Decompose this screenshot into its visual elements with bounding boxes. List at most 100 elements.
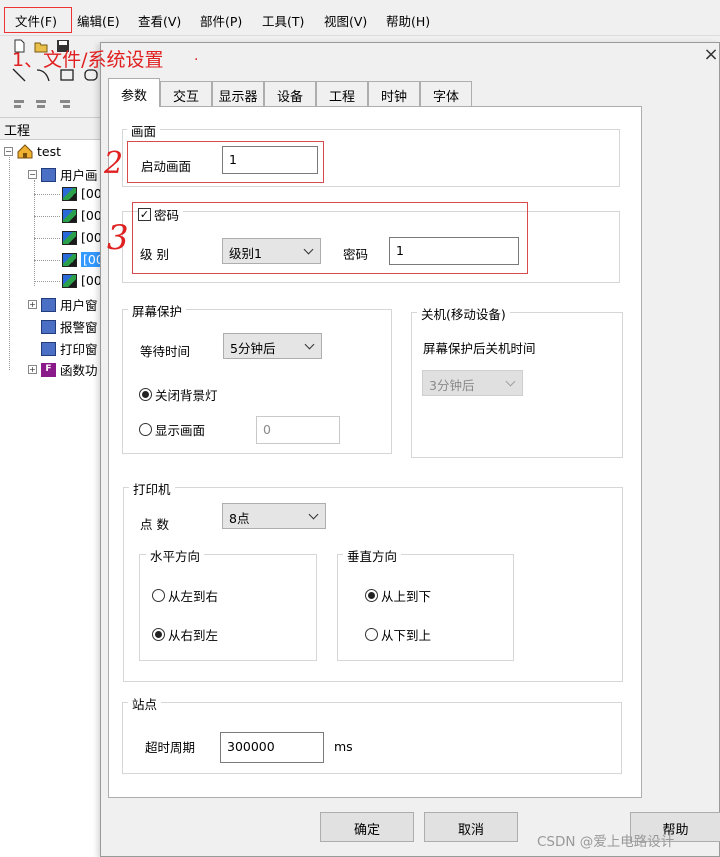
tab-parameters[interactable]: 参数 xyxy=(108,78,160,107)
radio-unselected-icon xyxy=(152,589,165,602)
screen-group-label: 画面 xyxy=(127,121,161,140)
align-center-icon[interactable] xyxy=(34,97,48,111)
level-label: 级 别 xyxy=(140,247,169,262)
screensaver-group-label: 屏幕保护 xyxy=(128,301,187,320)
radio-show-screen[interactable]: 显示画面 xyxy=(139,420,205,439)
project-tree[interactable]: − test − 用户画 [00 [00 [00 [00 [00 + 用户窗 报… xyxy=(0,140,108,857)
chevron-down-icon xyxy=(308,509,319,520)
tree-node-root[interactable]: − test xyxy=(4,144,61,159)
tree-node-label: 用户画 xyxy=(60,168,98,183)
shutdown-time-dropdown[interactable]: 3分钟后 xyxy=(422,370,523,396)
horizontal-direction-group xyxy=(139,554,317,661)
printer-group-label: 打印机 xyxy=(129,479,175,498)
tree-node-screen[interactable]: [00 xyxy=(62,186,102,201)
tree-node-functions[interactable]: + F 函数功 xyxy=(28,360,98,379)
menu-file[interactable]: 文件(F) xyxy=(4,7,72,33)
radio-selected-icon xyxy=(152,628,165,641)
radio-left-to-right[interactable]: 从左到右 xyxy=(152,586,218,605)
close-icon[interactable]: × xyxy=(703,46,719,64)
radio-top-to-bottom[interactable]: 从上到下 xyxy=(365,586,431,605)
tab-project[interactable]: 工程 xyxy=(316,81,368,107)
radio-unselected-icon xyxy=(139,423,152,436)
radio-right-to-left[interactable]: 从右到左 xyxy=(152,625,218,644)
wait-time-value: 5分钟后 xyxy=(230,341,276,356)
align-left-icon[interactable] xyxy=(12,97,26,111)
vertical-direction-group xyxy=(337,554,514,661)
checkmark-icon: ✓ xyxy=(138,208,151,221)
expand-icon[interactable]: + xyxy=(28,365,37,374)
tab-display[interactable]: 显示器 xyxy=(212,81,264,107)
tree-node-user-screens[interactable]: − 用户画 xyxy=(28,165,98,184)
menu-parts[interactable]: 部件(P) xyxy=(200,11,242,30)
dots-dropdown-value: 8点 xyxy=(229,511,250,526)
tree-node-label: 函数功 xyxy=(60,363,98,378)
screensaver-screen-input[interactable]: 0 xyxy=(256,416,340,444)
annotation-step2: 2 xyxy=(104,146,124,181)
screen-icon xyxy=(62,273,77,288)
tree-node-user-windows[interactable]: + 用户窗 xyxy=(28,295,98,314)
print-window-icon xyxy=(41,341,56,356)
collapse-icon[interactable]: − xyxy=(4,147,13,156)
station-group xyxy=(122,702,622,774)
annotation-dot: · xyxy=(194,52,199,68)
radio-backlight-off[interactable]: 关闭背景灯 xyxy=(139,385,218,404)
home-icon xyxy=(17,144,33,159)
collapse-icon[interactable]: − xyxy=(28,170,37,179)
wait-time-dropdown[interactable]: 5分钟后 xyxy=(223,333,322,359)
radio-top-to-bottom-label: 从上到下 xyxy=(381,589,432,604)
timeout-label: 超时周期 xyxy=(145,740,196,755)
expand-icon[interactable]: + xyxy=(28,300,37,309)
tree-node-label: [00 xyxy=(81,208,102,223)
radio-selected-icon xyxy=(365,589,378,602)
tab-clock[interactable]: 时钟 xyxy=(368,81,420,107)
menu-help[interactable]: 帮助(H) xyxy=(386,11,430,30)
shutdown-group-label: 关机(移动设备) xyxy=(417,304,510,323)
tree-node-screen[interactable]: [00 xyxy=(62,230,102,245)
password-input[interactable]: 1 xyxy=(389,237,519,265)
horizontal-direction-label: 水平方向 xyxy=(146,546,205,565)
radio-bottom-to-top-label: 从下到上 xyxy=(381,628,432,643)
shutdown-time-label: 屏幕保护后关机时间 xyxy=(423,341,536,356)
radio-selected-icon xyxy=(139,388,152,401)
tree-node-alarm-window[interactable]: 报警窗 xyxy=(41,317,98,336)
tree-node-screen[interactable]: [00 xyxy=(62,208,102,223)
tree-node-print-window[interactable]: 打印窗 xyxy=(41,339,98,358)
window-folder-icon xyxy=(41,297,56,312)
chevron-down-icon xyxy=(505,376,516,387)
tree-root-label: test xyxy=(37,144,62,159)
start-screen-input[interactable]: 1 xyxy=(222,146,318,174)
timeout-unit: ms xyxy=(334,739,353,754)
shutdown-time-value: 3分钟后 xyxy=(429,378,475,393)
align-right-icon[interactable] xyxy=(58,97,72,111)
radio-bottom-to-top[interactable]: 从下到上 xyxy=(365,625,431,644)
menu-window[interactable]: 视图(V) xyxy=(324,11,367,30)
level-dropdown[interactable]: 级别1 xyxy=(222,238,321,264)
dots-dropdown[interactable]: 8点 xyxy=(222,503,326,529)
timeout-input[interactable]: 300000 xyxy=(220,732,324,763)
menu-edit[interactable]: 编辑(E) xyxy=(77,11,120,30)
project-panel-title: 工程 xyxy=(0,118,108,140)
station-group-label: 站点 xyxy=(128,694,162,713)
menu-view[interactable]: 查看(V) xyxy=(138,11,181,30)
menu-bar: 文件(F) 编辑(E) 查看(V) 部件(P) 工具(T) 视图(V) 帮助(H… xyxy=(0,0,720,36)
screen-icon xyxy=(62,230,77,245)
menu-tools[interactable]: 工具(T) xyxy=(262,11,304,30)
screen-icon xyxy=(62,208,77,223)
password-checkbox[interactable]: ✓ 密码 xyxy=(138,205,184,224)
radio-unselected-icon xyxy=(365,628,378,641)
radio-left-to-right-label: 从左到右 xyxy=(168,589,219,604)
password-label: 密码 xyxy=(343,247,369,262)
ok-button[interactable]: 确定 xyxy=(320,812,414,842)
tree-node-label: 报警窗 xyxy=(60,320,98,335)
tree-node-label: [00 xyxy=(81,273,102,288)
vertical-direction-label: 垂直方向 xyxy=(343,546,402,565)
screen-icon xyxy=(62,252,77,267)
chevron-down-icon xyxy=(304,339,315,350)
level-dropdown-value: 级别1 xyxy=(229,246,262,261)
tree-node-screen[interactable]: [00 xyxy=(62,273,102,288)
radio-backlight-off-label: 关闭背景灯 xyxy=(155,388,218,403)
tab-device[interactable]: 设备 xyxy=(264,81,316,107)
cancel-button[interactable]: 取消 xyxy=(424,812,518,842)
tab-interaction[interactable]: 交互 xyxy=(160,81,212,107)
tab-font[interactable]: 字体 xyxy=(420,81,472,107)
